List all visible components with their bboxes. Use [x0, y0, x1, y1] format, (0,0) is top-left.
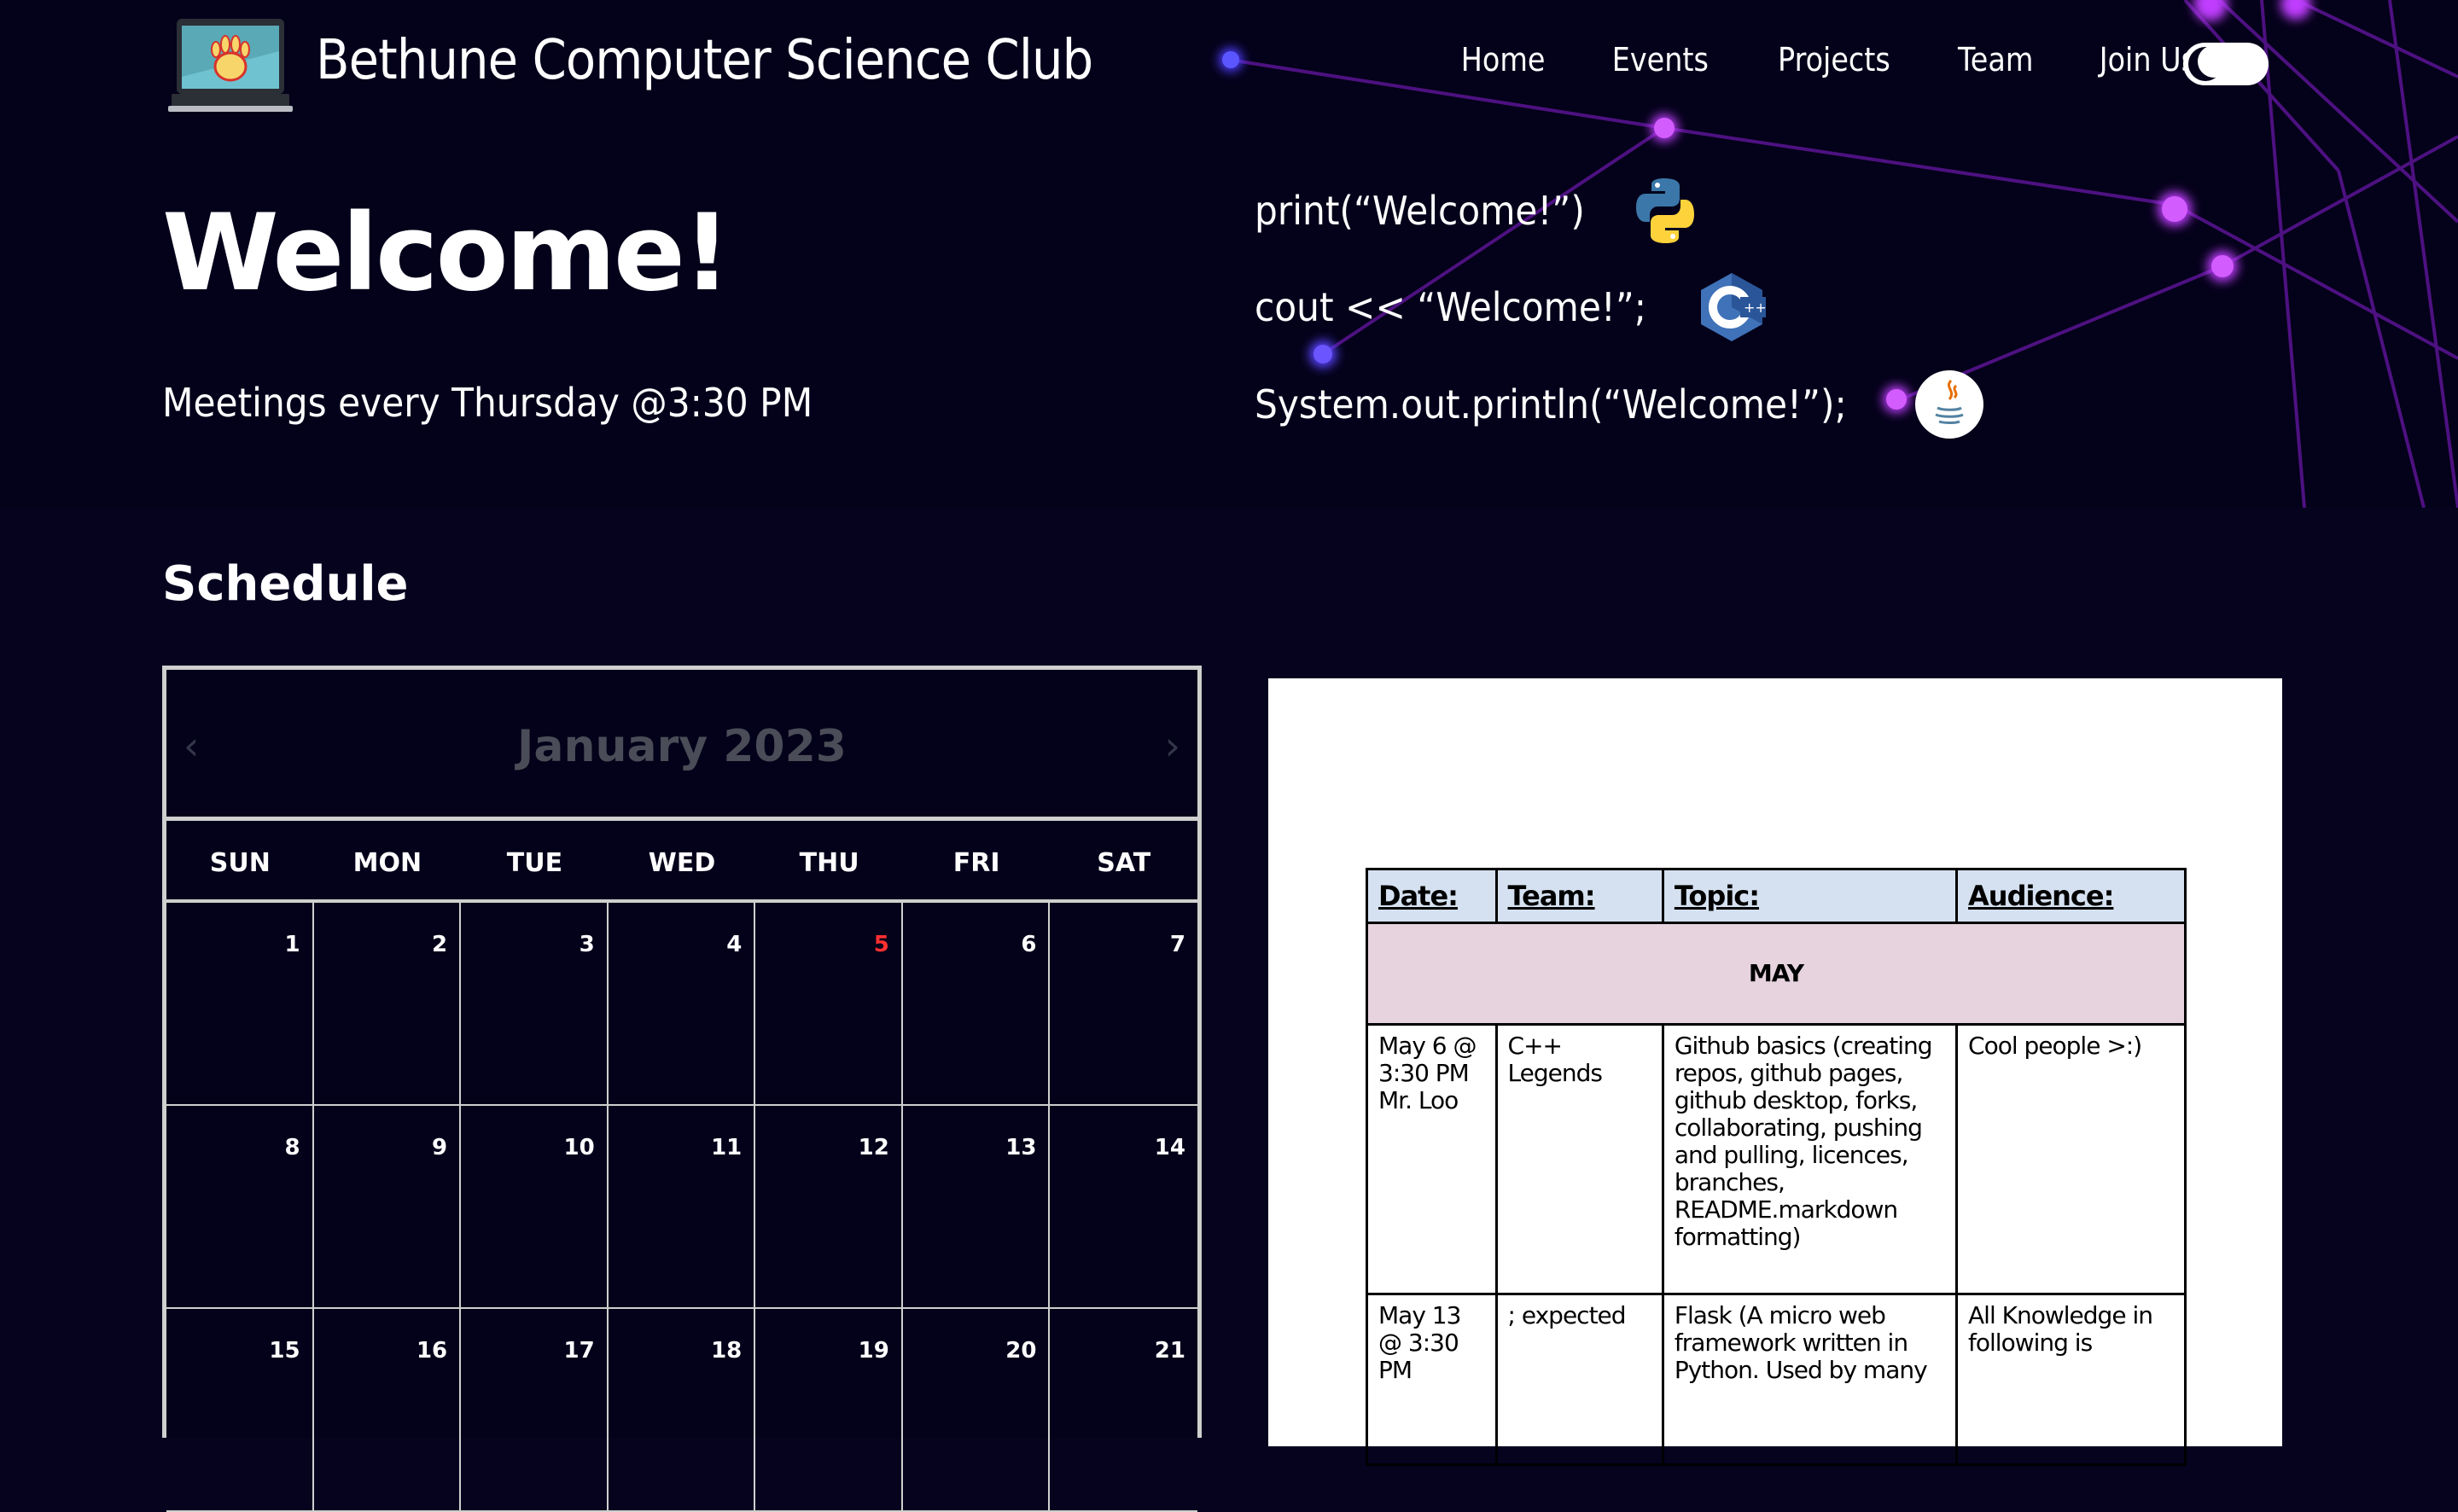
calendar-day[interactable]: 11	[608, 1106, 756, 1309]
weekday-row: SUN MON TUE WED THU FRI SAT	[166, 821, 1197, 903]
calendar-day[interactable]: 16	[313, 1309, 462, 1512]
table-row: May 13 @ 3:30 PM ; expected Flask (A mic…	[1366, 1293, 2187, 1466]
calendar-day[interactable]: 2	[313, 903, 462, 1106]
code-line-cpp: cout << “Welcome!”; ++	[1255, 271, 1768, 343]
calendar: ‹ January 2023 › SUN MON TUE WED THU FRI SAT 1…	[162, 666, 1202, 1512]
table-row: May 6 @ 3:30 PM Mr. Loo C++ Legends Gith…	[1366, 1023, 2187, 1295]
calendar-day[interactable]: 21	[1050, 1309, 1197, 1512]
weekday-sun: SUN	[209, 848, 271, 878]
weekday-wed: WED	[648, 848, 716, 878]
table-header-row: Date: Team: Topic: Audience:	[1366, 868, 2187, 924]
nav-join-us[interactable]: Join Us	[2100, 41, 2196, 79]
weekday-mon: MON	[352, 848, 422, 878]
month-row: MAY	[1366, 922, 2187, 1026]
cell-date: May 6 @ 3:30 PM Mr. Loo	[1366, 1023, 1498, 1295]
calendar-day[interactable]: 5	[755, 903, 903, 1106]
nav-projects[interactable]: Projects	[1778, 41, 1890, 79]
nav-events[interactable]: Events	[1612, 41, 1709, 79]
nav-home[interactable]: Home	[1461, 41, 1546, 79]
header-team: Team:	[1494, 868, 1664, 924]
site-title[interactable]: Bethune Computer Science Club	[316, 29, 1093, 92]
calendar-day[interactable]: 7	[1050, 903, 1197, 1106]
python-icon	[1635, 178, 1694, 243]
calendar-day[interactable]: 20	[902, 1309, 1051, 1512]
calendar-day[interactable]: 17	[461, 1309, 609, 1512]
calendar-day[interactable]: 4	[608, 903, 756, 1106]
calendar-day[interactable]: 10	[461, 1106, 609, 1309]
schedule-table: Date: Team: Topic: Audience: MAY May 6 @…	[1366, 868, 2187, 1466]
calendar-day[interactable]: 8	[166, 1106, 314, 1309]
welcome-heading: Welcome!	[162, 192, 731, 315]
calendar-grid: 1 2 3 4 5 6 7 8 9 10 11 12 13 14 15 16 17 18 19 20 21	[166, 903, 1197, 1512]
schedule-document: Date: Team: Topic: Audience: MAY May 6 @…	[1268, 678, 2282, 1466]
calendar-day[interactable]: 12	[755, 1106, 903, 1309]
calendar-day[interactable]: 18	[608, 1309, 756, 1512]
java-icon	[1915, 370, 1984, 439]
cell-audience: Cool people >:)	[1955, 1023, 2187, 1295]
header-topic: Topic:	[1661, 868, 1959, 924]
code-line-java: System.out.println(“Welcome!”);	[1255, 369, 1985, 440]
calendar-day[interactable]: 13	[902, 1106, 1051, 1309]
calendar-day[interactable]: 15	[166, 1309, 314, 1512]
weekday-sat: SAT	[1097, 848, 1151, 878]
nav-team[interactable]: Team	[1958, 41, 2033, 79]
header-date: Date:	[1366, 868, 1498, 924]
dark-mode-toggle[interactable]	[2183, 43, 2269, 85]
main-nav: Home Events Projects Team Join Us	[1455, 41, 2203, 79]
svg-text:++: ++	[1744, 299, 1767, 316]
code-line-python: print(“Welcome!”)	[1255, 175, 1701, 247]
club-logo[interactable]	[166, 17, 294, 113]
weekday-thu: THU	[799, 848, 859, 878]
calendar-day[interactable]: 9	[313, 1106, 462, 1309]
calendar-day[interactable]: 19	[755, 1309, 903, 1512]
moon-icon	[2188, 45, 2230, 81]
cell-date: May 13 @ 3:30 PM	[1366, 1293, 1498, 1466]
schedule-heading: Schedule	[162, 556, 409, 612]
cell-topic: Flask (A micro web framework written in …	[1661, 1293, 1959, 1466]
cell-topic: Github basics (creating repos, github pa…	[1661, 1023, 1959, 1295]
cell-audience: All Knowledge in following is	[1955, 1293, 2187, 1466]
meeting-info: Meetings every Thursday @3:30 PM	[162, 380, 813, 426]
code-text: cout << “Welcome!”;	[1255, 284, 1647, 330]
next-month-button[interactable]: ›	[1165, 723, 1180, 769]
code-text: print(“Welcome!”)	[1255, 188, 1585, 234]
calendar-day[interactable]: 6	[902, 903, 1051, 1106]
calendar-month: January 2023	[517, 721, 847, 772]
cell-team: ; expected	[1494, 1293, 1664, 1466]
cpp-icon: ++	[1700, 273, 1767, 341]
calendar-day[interactable]: 14	[1050, 1106, 1197, 1309]
weekday-fri: FRI	[952, 848, 1000, 878]
calendar-day[interactable]: 3	[461, 903, 609, 1106]
header-audience: Audience:	[1955, 868, 2187, 924]
calendar-day[interactable]: 1	[166, 903, 314, 1106]
month-label: MAY	[1366, 922, 2187, 1026]
cell-team: C++ Legends	[1494, 1023, 1664, 1295]
calendar-header: ‹ January 2023 ›	[166, 670, 1197, 821]
hero-section: Bethune Computer Science Club Home Event…	[0, 0, 2458, 508]
code-text: System.out.println(“Welcome!”);	[1255, 381, 1847, 427]
weekday-tue: TUE	[506, 848, 563, 878]
